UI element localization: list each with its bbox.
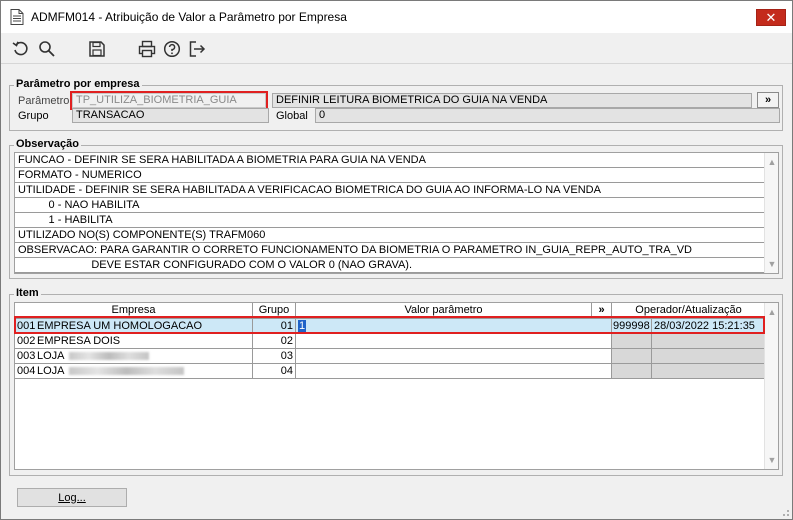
operador-cell[interactable] [612, 334, 652, 349]
exit-icon [189, 41, 206, 57]
grupo-field: TRANSACAO [72, 108, 269, 123]
observacao-line: DEVE ESTAR CONFIGURADO COM O VALOR 0 (NA… [15, 258, 765, 273]
valor-cell[interactable] [296, 334, 612, 349]
item-title: Item [14, 287, 41, 299]
scroll-up-icon[interactable]: ▲ [765, 305, 779, 319]
window-title: ADMFM014 - Atribuição de Valor a Parâmet… [31, 10, 347, 24]
close-icon: ✕ [765, 9, 777, 25]
atualizacao-cell[interactable] [652, 349, 766, 364]
grupo-cell[interactable]: 03 [253, 349, 296, 364]
log-button-label: Log... [58, 491, 86, 504]
redacted-text [68, 367, 184, 376]
parametro-description: DEFINIR LEITURA BIOMETRICA DO GUIA NA VE… [272, 93, 752, 108]
empresa-cell[interactable]: 002 EMPRESA DOIS [15, 334, 253, 349]
observacao-line: OBSERVACAO: PARA GARANTIR O CORRETO FUNC… [15, 243, 765, 258]
empresa-name: EMPRESA DOIS [37, 335, 121, 347]
empresa-code: 004 [17, 365, 36, 377]
valor-cell[interactable] [296, 364, 612, 379]
atualizacao-cell[interactable] [652, 334, 766, 349]
global-field: 0 [315, 108, 780, 123]
operador-cell[interactable] [612, 349, 652, 364]
help-icon [163, 40, 181, 58]
application-window: ADMFM014 - Atribuição de Valor a Parâmet… [0, 0, 793, 520]
grupo-cell[interactable]: 02 [253, 334, 296, 349]
save-icon [89, 41, 105, 57]
observacao-title: Observação [14, 138, 81, 150]
grupo-cell[interactable]: 04 [253, 364, 296, 379]
close-button[interactable]: ✕ [756, 9, 786, 26]
help-button[interactable] [162, 39, 182, 59]
row-highlight [14, 316, 765, 334]
print-icon [138, 40, 156, 58]
undo-button[interactable] [11, 39, 31, 59]
global-label: Global [276, 110, 308, 122]
document-icon [10, 9, 24, 25]
search-icon [39, 41, 55, 57]
title-bar: ADMFM014 - Atribuição de Valor a Parâmet… [1, 1, 792, 33]
observacao-line: FUNCAO - DEFINIR SE SERA HABILITADA A BI… [15, 153, 765, 168]
print-button[interactable] [137, 39, 157, 59]
empresa-code: 002 [17, 335, 36, 347]
observacao-scrollbar[interactable]: ▲ ▼ [764, 153, 778, 273]
grupo-label: Grupo [18, 110, 49, 122]
scroll-down-icon[interactable]: ▼ [765, 453, 779, 467]
undo-icon [12, 41, 28, 56]
observacao-line: 1 - HABILITA [15, 213, 765, 228]
resize-grip-icon[interactable] [780, 507, 790, 517]
scroll-down-icon[interactable]: ▼ [765, 257, 779, 271]
operador-cell[interactable] [612, 364, 652, 379]
parametro-label: Parâmetro [18, 95, 70, 107]
empresa-name: LOJA [37, 365, 65, 377]
empresa-code: 003 [17, 350, 36, 362]
log-button[interactable]: Log... [17, 488, 127, 507]
valor-cell[interactable] [296, 349, 612, 364]
observacao-line: UTILIZADO NO(S) COMPONENTE(S) TRAFM060 [15, 228, 765, 243]
scroll-up-icon[interactable]: ▲ [765, 155, 779, 169]
exit-button[interactable] [187, 39, 207, 59]
observacao-line: UTILIDADE - DEFINIR SE SERA HABILITADA A… [15, 183, 765, 198]
item-scrollbar[interactable]: ▲ ▼ [764, 303, 778, 469]
search-button[interactable] [37, 39, 57, 59]
observacao-line: FORMATO - NUMERICO [15, 168, 765, 183]
empresa-cell[interactable]: 003 LOJA [15, 349, 253, 364]
observacao-lines: FUNCAO - DEFINIR SE SERA HABILITADA A BI… [15, 153, 778, 273]
param-section-title: Parâmetro por empresa [14, 78, 142, 90]
observacao-line: 0 - NAO HABILITA [15, 198, 765, 213]
empresa-name: LOJA [37, 350, 65, 362]
toolbar [1, 34, 792, 64]
atualizacao-cell[interactable] [652, 364, 766, 379]
empresa-cell[interactable]: 004 LOJA [15, 364, 253, 379]
save-button[interactable] [87, 39, 107, 59]
redacted-text [68, 352, 149, 361]
observacao-text[interactable]: FUNCAO - DEFINIR SE SERA HABILITADA A BI… [14, 152, 779, 274]
parametro-more-button[interactable]: » [757, 92, 779, 108]
